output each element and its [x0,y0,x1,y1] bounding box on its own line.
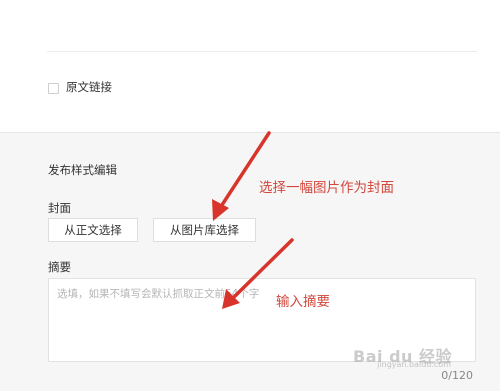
publish-style-title: 发布样式编辑 [48,163,117,177]
summary-placeholder: 选填，如果不填写会默认抓取正文前54个字 [57,288,260,300]
summary-label: 摘要 [48,260,71,274]
source-link-label[interactable]: 原文链接 [66,82,112,94]
select-from-library-button[interactable]: 从图片库选择 [153,218,256,242]
select-from-text-button[interactable]: 从正文选择 [48,218,138,242]
baidu-watermark-url: jingyan.baidu.com [377,360,451,369]
top-panel: 原文链接 [0,0,500,132]
summary-annotation: 输入摘要 [276,294,330,310]
divider [47,51,477,52]
cover-label: 封面 [48,201,71,215]
source-link-checkbox[interactable] [48,82,59,94]
cover-annotation: 选择一幅图片作为封面 [259,180,394,196]
summary-char-counter: 0/120 [441,369,473,382]
page-root: 原文链接 发布样式编辑 封面 从正文选择 从图片库选择 摘要 选填，如果不填写会… [0,0,500,391]
source-link-option[interactable]: 原文链接 [48,79,112,97]
